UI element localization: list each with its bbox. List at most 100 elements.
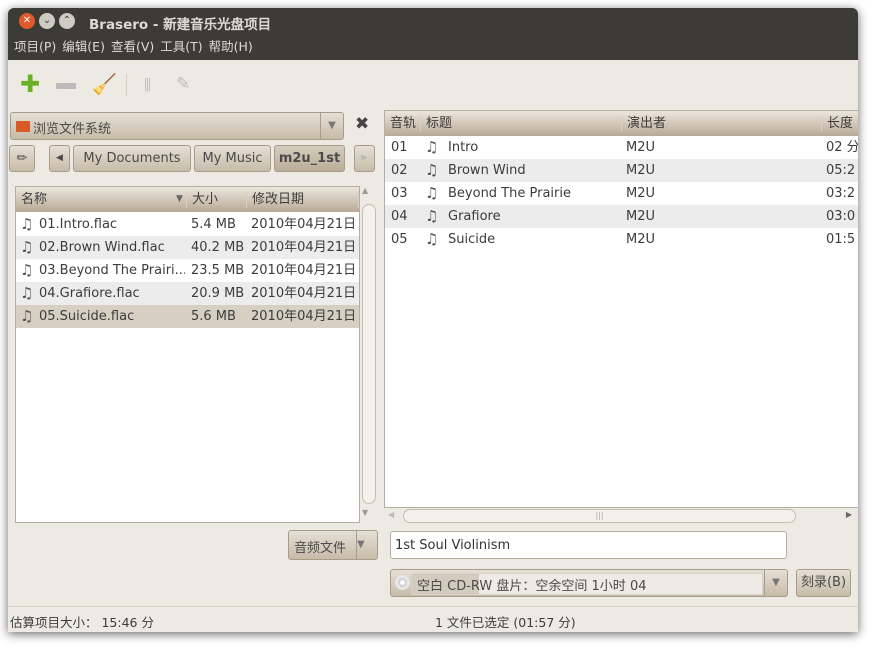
menu-bar: 项目(P) 编辑(E) 查看(V) 工具(T) 帮助(H) xyxy=(8,34,858,60)
track-artist: M2U xyxy=(626,163,656,178)
track-number: 01 xyxy=(391,140,408,155)
track-row[interactable]: 03 ♫ Beyond The Prairie M2U 03:2 xyxy=(385,182,858,205)
toolbar-separator xyxy=(126,74,127,96)
file-row[interactable]: ♫ 03.Beyond The Prairi... 23.5 MB 2010年04月2… xyxy=(16,259,359,282)
track-row[interactable]: 02 ♫ Brown Wind M2U 05:2 xyxy=(385,159,858,182)
menu-tools[interactable]: 工具(T) xyxy=(160,34,202,60)
file-size: 20.9 MB xyxy=(191,286,245,301)
path-back-button[interactable]: ◀ xyxy=(49,145,70,172)
music-note-icon: ♫ xyxy=(425,230,439,248)
file-row[interactable]: ♫ 05.Suicide.flac 5.6 MB 2010年04月21日 xyxy=(16,305,359,328)
status-project-size: 估算项目大小： 15:46 分 xyxy=(10,615,154,630)
status-divider xyxy=(8,606,858,607)
maximize-button[interactable]: ⌃ xyxy=(59,13,75,29)
file-name: 03.Beyond The Prairi... xyxy=(39,263,185,278)
file-date: 2010年04月21日 xyxy=(251,309,357,324)
file-size: 5.4 MB xyxy=(191,217,236,232)
chevron-down-icon: ▼ xyxy=(764,570,787,596)
col-date[interactable]: 修改日期 xyxy=(247,191,359,208)
track-length: 05:2 xyxy=(826,163,856,178)
track-artist: M2U xyxy=(626,140,656,155)
close-browser-icon[interactable]: ✖ xyxy=(355,114,369,134)
file-list: 名称 ▼ 大小 修改日期 ♫ 01.Intro.flac 5.4 MB 2010年04… xyxy=(15,186,360,523)
file-list-header: 名称 ▼ 大小 修改日期 xyxy=(16,187,359,212)
path-forward-button[interactable]: ▶ xyxy=(354,145,375,172)
source-label: 浏览文件系统 xyxy=(33,122,112,137)
menu-help[interactable]: 帮助(H) xyxy=(209,34,253,60)
file-row[interactable]: ♫ 01.Intro.flac 5.4 MB 2010年04月21日 xyxy=(16,213,359,236)
track-hscrollbar[interactable]: ◀ ||| ▶ xyxy=(386,508,856,524)
track-length: 03:0 xyxy=(826,209,856,224)
path-my-music[interactable]: My Music xyxy=(194,145,271,172)
track-list-header: 音轨 标题 演出者 长度 xyxy=(385,111,858,136)
track-row[interactable]: 01 ♫ Intro M2U 02 分 xyxy=(385,136,858,159)
edit-tag-icon[interactable]: ✎ xyxy=(176,74,190,94)
track-artist: M2U xyxy=(626,209,656,224)
col-title[interactable]: 标题 xyxy=(421,115,622,132)
col-name[interactable]: 名称 xyxy=(16,191,187,208)
col-track[interactable]: 音轨 xyxy=(385,115,421,132)
split-icon[interactable]: ⫼ xyxy=(144,76,151,94)
file-size: 23.5 MB xyxy=(191,263,245,278)
file-name: 02.Brown Wind.flac xyxy=(39,240,165,255)
minimize-button[interactable]: ⌄ xyxy=(39,13,55,29)
sort-arrow-icon: ▼ xyxy=(176,194,183,204)
file-filter-combo[interactable]: 音频文件 ▼ xyxy=(288,530,378,560)
file-date: 2010年04月21日 xyxy=(251,217,357,232)
track-number: 05 xyxy=(391,232,408,247)
music-note-icon: ♫ xyxy=(425,207,439,225)
music-note-icon: ♫ xyxy=(20,307,34,325)
cd-icon xyxy=(395,575,410,590)
file-date: 2010年04月21日 xyxy=(251,286,357,301)
remove-icon[interactable] xyxy=(56,83,76,89)
col-length[interactable]: 长度 xyxy=(822,115,858,132)
disc-selector-combo[interactable]: 空白 CD-RW 盘片：空余空间 1小时 04 ▼ xyxy=(390,569,788,597)
edit-path-button[interactable]: ✏ xyxy=(9,145,35,172)
clear-broom-icon[interactable]: 🧹 xyxy=(92,72,117,96)
menu-view[interactable]: 查看(V) xyxy=(111,34,154,60)
file-filter-label: 音频文件 xyxy=(294,541,347,556)
path-my-documents[interactable]: My Documents xyxy=(73,145,191,172)
menu-project[interactable]: 项目(P) xyxy=(14,34,56,60)
file-name: 05.Suicide.flac xyxy=(39,309,135,324)
menu-edit[interactable]: 编辑(E) xyxy=(62,34,105,60)
music-note-icon: ♫ xyxy=(425,184,439,202)
music-note-icon: ♫ xyxy=(425,161,439,179)
file-size: 40.2 MB xyxy=(191,240,245,255)
track-title: Grafiore xyxy=(448,209,501,224)
source-combo[interactable]: 浏览文件系统 ▼ xyxy=(10,112,344,140)
col-size[interactable]: 大小 xyxy=(187,191,247,208)
pencil-icon: ✏ xyxy=(16,151,28,166)
track-number: 03 xyxy=(391,186,408,201)
close-window-button[interactable]: ✕ xyxy=(19,13,35,29)
file-size: 5.6 MB xyxy=(191,309,236,324)
brasero-window: ✕ ⌄ ⌃ Brasero - 新建音乐光盘项目 项目(P) 编辑(E) 查看(V)… xyxy=(8,8,858,632)
track-length: 01:5 xyxy=(826,232,856,247)
col-artist[interactable]: 演出者 xyxy=(622,115,822,132)
file-date: 2010年04月21日 xyxy=(251,240,357,255)
track-title: Intro xyxy=(448,140,479,155)
file-row[interactable]: ♫ 02.Brown Wind.flac 40.2 MB 2010年04月21日 xyxy=(16,236,359,259)
track-artist: M2U xyxy=(626,232,656,247)
burn-button[interactable]: 刻录(B) xyxy=(796,569,851,597)
status-selection: 1 文件已选定 (01:57 分) xyxy=(435,615,576,630)
title-bar: ✕ ⌄ ⌃ Brasero - 新建音乐光盘项目 xyxy=(8,8,858,34)
add-icon[interactable]: ✚ xyxy=(20,72,40,96)
track-number: 04 xyxy=(391,209,408,224)
music-note-icon: ♫ xyxy=(425,138,439,156)
track-row[interactable]: 05 ♫ Suicide M2U 01:5 xyxy=(385,228,858,251)
track-artist: M2U xyxy=(626,186,656,201)
folder-icon xyxy=(16,121,30,132)
music-note-icon: ♫ xyxy=(20,238,34,256)
track-title: Suicide xyxy=(448,232,496,247)
track-length: 02 分 xyxy=(826,140,858,155)
track-title: Beyond The Prairie xyxy=(448,186,571,201)
music-note-icon: ♫ xyxy=(20,284,34,302)
disc-title-input[interactable] xyxy=(390,531,787,559)
path-m2u-1st[interactable]: m2u_1st xyxy=(274,145,345,172)
file-row[interactable]: ♫ 04.Grafiore.flac 20.9 MB 2010年04月21日 xyxy=(16,282,359,305)
track-title: Brown Wind xyxy=(448,163,526,178)
file-list-scrollbar[interactable]: ▲ ▼ xyxy=(361,186,377,517)
window-title: Brasero - 新建音乐光盘项目 xyxy=(89,17,272,33)
track-row[interactable]: 04 ♫ Grafiore M2U 03:0 xyxy=(385,205,858,228)
